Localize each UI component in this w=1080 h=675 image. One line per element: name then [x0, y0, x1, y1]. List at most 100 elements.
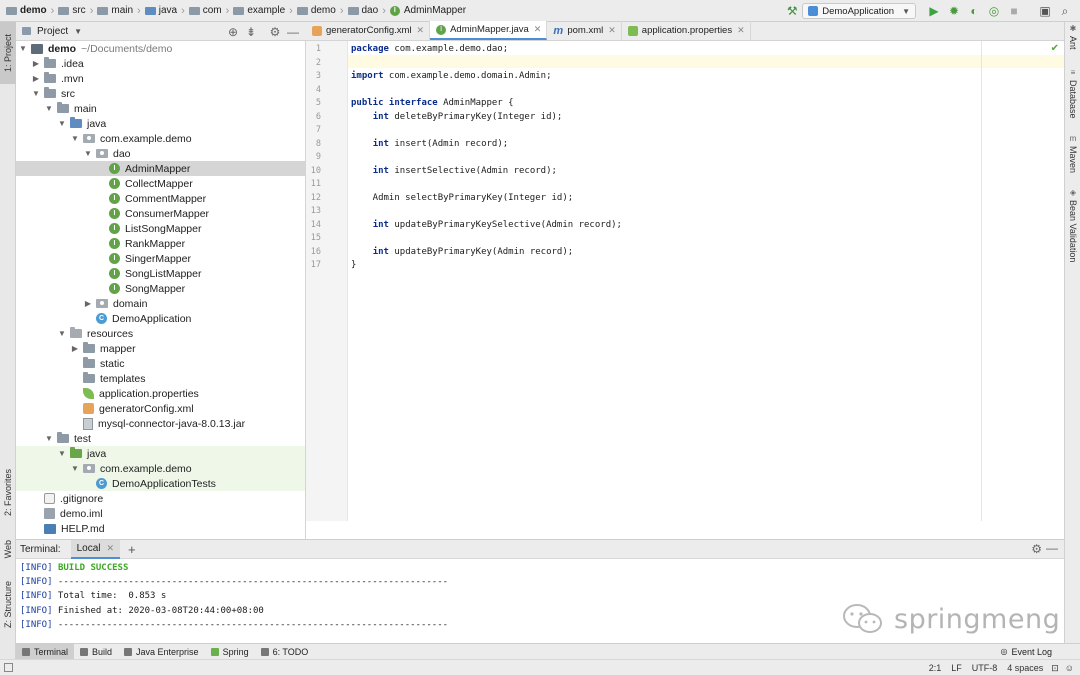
expanded-arrow-icon[interactable]: ▼: [44, 104, 54, 113]
breadcrumb-item[interactable]: com ›: [188, 5, 234, 17]
tree-item[interactable]: mysql-connector-java-8.0.13.jar: [16, 416, 305, 431]
tree-item[interactable]: ▶ mapper: [16, 341, 305, 356]
indent-setting[interactable]: 4 spaces: [1007, 663, 1043, 673]
collapsed-arrow-icon[interactable]: ▶: [31, 74, 41, 83]
breadcrumb-item[interactable]: example ›: [233, 5, 296, 17]
tree-item[interactable]: templates: [16, 371, 305, 386]
terminal-tab-local[interactable]: Local ✕: [70, 539, 121, 559]
tree-item[interactable]: HELP.md: [16, 521, 305, 536]
tree-item[interactable]: ▶ domain: [16, 296, 305, 311]
collapsed-arrow-icon[interactable]: ▶: [70, 344, 80, 353]
chevron-down-icon[interactable]: ▼: [74, 27, 82, 36]
event-log-button[interactable]: ◎ Event Log: [994, 644, 1058, 660]
expanded-arrow-icon[interactable]: ▼: [57, 449, 67, 458]
new-terminal-icon[interactable]: +: [128, 542, 136, 557]
bean-validation-tool-tab[interactable]: ◈ Bean Validation: [1065, 188, 1080, 262]
tree-item[interactable]: ▼ test: [16, 431, 305, 446]
tree-item[interactable]: static: [16, 356, 305, 371]
tree-item[interactable]: I AdminMapper: [16, 161, 305, 176]
tree-item[interactable]: ▼ main: [16, 101, 305, 116]
debug-icon[interactable]: ✹: [945, 2, 963, 20]
profile-icon[interactable]: ◎: [985, 2, 1003, 20]
tree-item[interactable]: C DemoApplicationTests: [16, 476, 305, 491]
hide-icon[interactable]: —: [284, 25, 302, 39]
tree-item[interactable]: I CollectMapper: [16, 176, 305, 191]
locate-icon[interactable]: ⊕: [224, 25, 242, 39]
bottom-tool-button[interactable]: 6: TODO: [255, 644, 315, 660]
hide-icon[interactable]: —: [1046, 541, 1058, 555]
project-view-selector[interactable]: Project: [37, 26, 68, 37]
tree-item[interactable]: ▼ com.example.demo: [16, 461, 305, 476]
breadcrumb-item[interactable]: demo ›: [6, 5, 58, 17]
tree-item[interactable]: I SingerMapper: [16, 251, 305, 266]
lock-icon[interactable]: ⊡: [1051, 663, 1059, 674]
build-hammer-icon[interactable]: ⚒: [783, 2, 801, 20]
expanded-arrow-icon[interactable]: ▼: [18, 44, 28, 53]
tree-item[interactable]: I SongMapper: [16, 281, 305, 296]
run-icon[interactable]: ▶: [925, 2, 943, 20]
tree-item[interactable]: ▼ java: [16, 116, 305, 131]
tree-item[interactable]: .gitignore: [16, 491, 305, 506]
breadcrumb-item[interactable]: src ›: [58, 5, 97, 17]
tree-item[interactable]: ▼ src: [16, 86, 305, 101]
tree-item[interactable]: I ConsumerMapper: [16, 206, 305, 221]
tree-item[interactable]: ▼ demo ~/Documents/demo: [16, 41, 305, 56]
collapsed-arrow-icon[interactable]: ▶: [83, 299, 93, 308]
run-configuration-select[interactable]: DemoApplication ▼: [802, 3, 916, 19]
project-tool-tab[interactable]: 1: Project: [0, 22, 16, 84]
collapse-all-icon[interactable]: ⇟: [242, 25, 260, 39]
breadcrumb-item[interactable]: java ›: [144, 5, 189, 17]
bottom-tool-button[interactable]: Spring: [205, 644, 255, 660]
database-tool-tab[interactable]: ≡ Database: [1065, 68, 1080, 119]
inspector-icon[interactable]: ☺: [1065, 663, 1074, 673]
file-encoding[interactable]: UTF-8: [972, 663, 998, 673]
close-icon[interactable]: ✕: [737, 25, 745, 36]
caret-position[interactable]: 2:1: [929, 663, 942, 673]
ant-tool-tab[interactable]: ✱ Ant: [1065, 24, 1080, 50]
gear-icon[interactable]: ⚙: [266, 25, 284, 39]
tree-item[interactable]: ▼ com.example.demo: [16, 131, 305, 146]
tree-item[interactable]: generatorConfig.xml: [16, 401, 305, 416]
maven-tool-tab[interactable]: m Maven: [1065, 134, 1080, 173]
tree-item[interactable]: demo.iml: [16, 506, 305, 521]
close-icon[interactable]: ✕: [534, 24, 542, 35]
expanded-arrow-icon[interactable]: ▼: [83, 149, 93, 158]
close-icon[interactable]: ✕: [417, 25, 425, 36]
expanded-arrow-icon[interactable]: ▼: [57, 329, 67, 338]
line-separator[interactable]: LF: [951, 663, 962, 673]
tree-item[interactable]: ▶ .mvn: [16, 71, 305, 86]
collapsed-arrow-icon[interactable]: ▶: [31, 59, 41, 68]
tree-item[interactable]: I RankMapper: [16, 236, 305, 251]
expanded-arrow-icon[interactable]: ▼: [44, 434, 54, 443]
breadcrumb-item[interactable]: demo ›: [296, 5, 348, 17]
breadcrumb-item[interactable]: dao ›: [347, 5, 390, 17]
tree-item[interactable]: I CommentMapper: [16, 191, 305, 206]
breadcrumb-item[interactable]: main ›: [97, 5, 144, 17]
search-icon[interactable]: ⌕: [1056, 2, 1074, 20]
tree-item[interactable]: ▼ java: [16, 446, 305, 461]
editor-tab[interactable]: application.properties ✕: [622, 21, 751, 40]
tree-item[interactable]: ▶ .idea: [16, 56, 305, 71]
close-icon[interactable]: ✕: [106, 543, 114, 554]
close-icon[interactable]: ✕: [608, 25, 616, 36]
expanded-arrow-icon[interactable]: ▼: [57, 119, 67, 128]
bottom-tool-button[interactable]: Terminal: [16, 643, 75, 660]
favorites-tool-tab[interactable]: 2: Favorites: [0, 454, 16, 532]
tree-item[interactable]: application.properties: [16, 386, 305, 401]
bottom-tool-button[interactable]: Java Enterprise: [118, 644, 205, 660]
gear-icon[interactable]: ⚙: [1031, 542, 1042, 556]
expanded-arrow-icon[interactable]: ▼: [31, 89, 41, 98]
tree-item[interactable]: I SongListMapper: [16, 266, 305, 281]
web-tool-tab[interactable]: Web: [0, 534, 16, 564]
breadcrumb-item[interactable]: I AdminMapper: [389, 5, 466, 16]
tree-item[interactable]: ▼ dao: [16, 146, 305, 161]
code-editor[interactable]: 1 2 3 4 5 6 7 8 9 10 11 12 13 14 15 16 17 package com.ex…: [306, 41, 1064, 539]
project-structure-icon[interactable]: ▣: [1036, 2, 1054, 20]
tree-item[interactable]: C DemoApplication: [16, 311, 305, 326]
stop-icon[interactable]: ■: [1005, 2, 1023, 20]
structure-tool-tab[interactable]: Z: Structure: [0, 570, 16, 640]
editor-tab[interactable]: I AdminMapper.java ✕: [430, 21, 548, 40]
editor-tab[interactable]: m pom.xml ✕: [547, 21, 622, 40]
expanded-arrow-icon[interactable]: ▼: [70, 464, 80, 473]
tree-item[interactable]: ▼ resources: [16, 326, 305, 341]
